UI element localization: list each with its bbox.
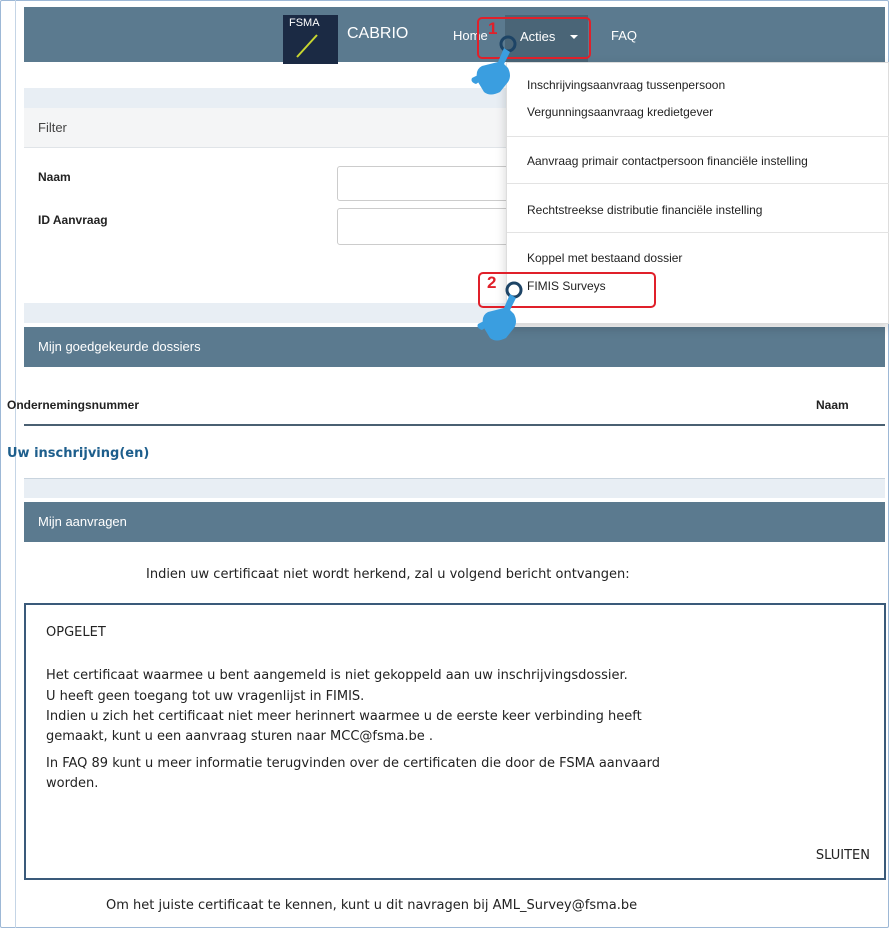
approved-bottom-band [24,478,885,498]
certificate-alert-dialog: OPGELET Het certificaat waarmee u bent a… [24,603,886,880]
caption-bottom: Om het juiste certificaat te kennen, kun… [106,898,638,913]
menu-divider [507,232,889,233]
approved-dossiers-header: Mijn goedgekeurde dossiers [24,327,885,367]
fsma-logo[interactable]: FSMA [283,15,338,64]
naam-input[interactable] [337,166,509,201]
id-aanvraag-input[interactable] [337,208,509,245]
my-requests-header: Mijn aanvragen [24,502,885,542]
alert-line: gemaakt, kunt u een aanvraag sturen naar… [46,729,434,744]
alert-line: In FAQ 89 kunt u meer informatie terugvi… [46,756,660,771]
logo-slash-icon [296,34,318,58]
col-naam[interactable]: Naam [816,398,849,412]
menu-item-rechtstreekse-distributie[interactable]: Rechtstreekse distributie financiële ins… [527,203,762,217]
alert-line: worden. [46,776,99,791]
menu-item-primair-contactpersoon[interactable]: Aanvraag primair contactpersoon financië… [527,154,808,168]
menu-item-vergunningsaanvraag[interactable]: Vergunningsaanvraag kredietgever [527,105,713,119]
menu-item-inschrijvingsaanvraag[interactable]: Inschrijvingsaanvraag tussenpersoon [527,78,725,92]
close-button[interactable]: SLUITEN [816,848,870,863]
col-ondernemingsnummer[interactable]: Ondernemingsnummer [7,398,139,412]
alert-title: OPGELET [46,625,106,640]
alert-line: Indien u zich het certificaat niet meer … [46,709,642,724]
caption-top: Indien uw certificaat niet wordt herkend… [146,567,630,582]
frame-divider [15,0,16,928]
nav-faq[interactable]: FAQ [611,28,637,43]
my-requests-title: Mijn aanvragen [38,514,127,529]
alert-line: U heeft geen toegang tot uw vragenlijst … [46,689,365,704]
alert-line: Het certificaat waarmee u bent aangemeld… [46,668,628,683]
brand-name[interactable]: CABRIO [347,25,408,43]
menu-divider [507,136,889,137]
menu-divider [507,183,889,184]
pointer-hand-icon [477,281,523,341]
approved-dossiers-title: Mijn goedgekeurde dossiers [38,339,201,354]
naam-label: Naam [38,170,71,184]
menu-item-koppel-dossier[interactable]: Koppel met bestaand dossier [527,251,682,265]
pointer-hand-icon [471,35,517,95]
inschrijvingen-link[interactable]: Uw inschrijving(en) [7,446,149,461]
id-aanvraag-label: ID Aanvraag [38,213,108,227]
filter-title: Filter [38,120,67,135]
approved-table-header: Ondernemingsnummer Naam [7,382,885,426]
